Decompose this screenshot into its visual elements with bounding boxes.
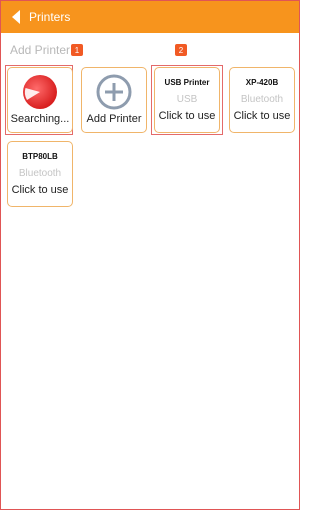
printer-connection-type: Bluetooth — [18, 168, 62, 179]
add-printer-section-label: Add Printer — [10, 43, 71, 57]
printer-name: XP-420B — [245, 78, 279, 87]
printer-card-btp80lb[interactable]: BTP80LB Bluetooth Click to use — [7, 141, 73, 207]
printer-card-xp-420b[interactable]: XP-420B Bluetooth Click to use — [229, 67, 295, 133]
click-to-use-label: Click to use — [158, 110, 216, 122]
searching-label: Searching... — [10, 113, 70, 125]
searching-spinner-icon — [23, 75, 57, 109]
step-badge-1: 1 — [71, 44, 83, 56]
printer-name: BTP80LB — [22, 152, 58, 161]
click-to-use-label: Click to use — [233, 110, 291, 122]
printer-card-usb-printer[interactable]: USB Printer USB Click to use — [154, 67, 220, 133]
page-title: Printers — [29, 10, 71, 24]
app-header: Printers — [1, 1, 299, 33]
step-badge-2: 2 — [175, 44, 187, 56]
add-printer-card[interactable]: Add Printer — [81, 67, 147, 133]
add-printer-label: Add Printer — [86, 113, 142, 125]
printer-name: USB Printer — [164, 78, 210, 87]
plus-circle-icon — [96, 74, 132, 110]
app-frame: Printers Add Printer 1 2 Searching... Ad… — [0, 0, 300, 510]
back-arrow-icon — [12, 10, 20, 24]
printer-connection-type: USB — [176, 94, 198, 105]
searching-card[interactable]: Searching... — [7, 67, 73, 133]
click-to-use-label: Click to use — [11, 184, 69, 196]
back-button[interactable] — [5, 1, 27, 33]
printer-connection-type: Bluetooth — [240, 94, 284, 105]
